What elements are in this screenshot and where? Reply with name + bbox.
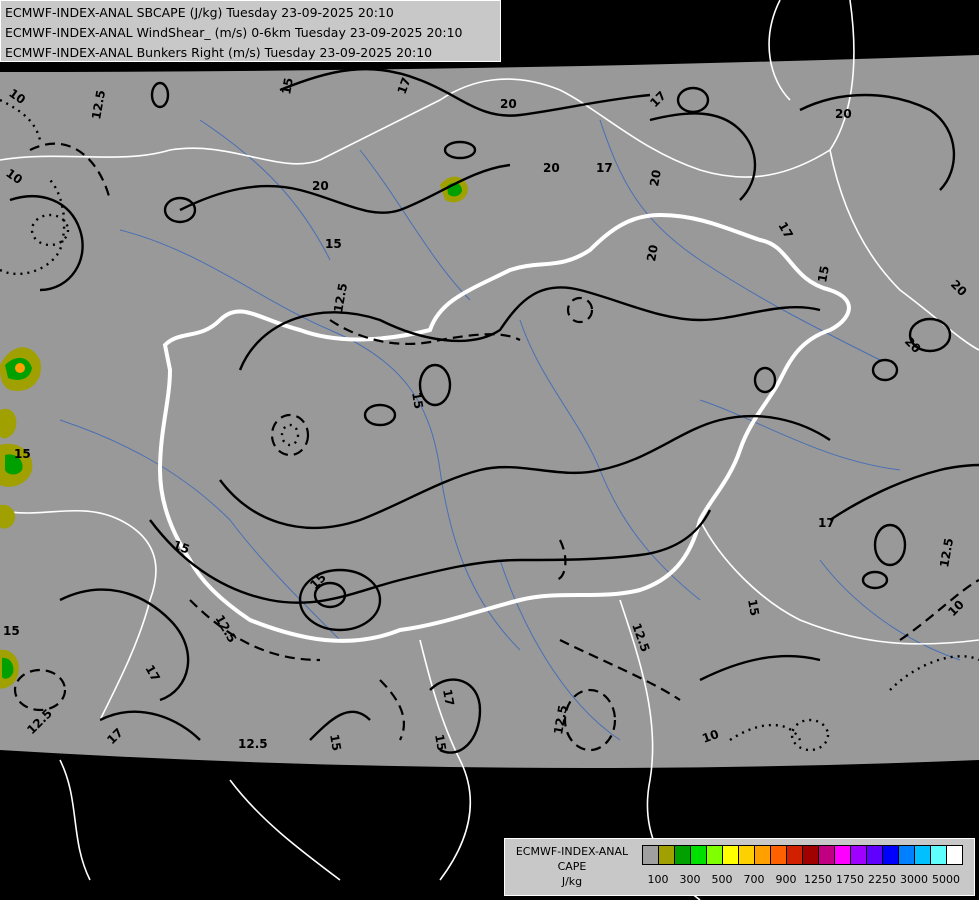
legend-swatch	[914, 845, 931, 865]
contour-label-20-d: 20	[647, 169, 664, 188]
legend-swatch	[722, 845, 739, 865]
contour-label-17-h: 17	[818, 516, 835, 530]
legend-swatch	[786, 845, 803, 865]
legend-swatch	[690, 845, 707, 865]
contour-label-15-i: 15	[327, 733, 344, 752]
legend-tick-label: 3000	[900, 873, 928, 886]
legend-swatch	[882, 845, 899, 865]
legend-swatch	[738, 845, 755, 865]
legend-swatch	[818, 845, 835, 865]
legend-color-scale	[642, 845, 963, 865]
contour-label-15-j: 15	[432, 733, 449, 752]
legend-title-source: ECMWF-INDEX-ANAL	[515, 845, 629, 858]
legend-tick-label: 300	[679, 873, 701, 886]
legend-swatch	[674, 845, 691, 865]
legend-swatch	[834, 845, 851, 865]
legend-title-variable: CAPE	[557, 860, 587, 873]
legend-tick-label: 1250	[804, 873, 832, 886]
legend-swatch	[866, 845, 883, 865]
contour-label-15-e: 15	[14, 447, 31, 461]
contour-label-17-c: 17	[596, 161, 613, 175]
contour-label-15-h: 15	[3, 624, 20, 638]
contour-label-20-e: 20	[312, 179, 329, 193]
contour-label-15-b: 15	[325, 237, 342, 251]
contour-label-20-c: 20	[543, 161, 560, 175]
legend-swatch	[850, 845, 867, 865]
legend-tick-label: 5000	[932, 873, 960, 886]
legend-title-unit: J/kg	[561, 875, 583, 888]
legend-swatch	[658, 845, 675, 865]
legend-swatch	[706, 845, 723, 865]
legend-tick-label: 2250	[868, 873, 896, 886]
legend-tick-labels: 100 300 500 700 900 1250 1750 2250 3000 5000	[642, 873, 972, 889]
contour-label-15-c: 15	[815, 265, 832, 284]
legend-swatch	[770, 845, 787, 865]
contour-label-15-a: 15	[279, 77, 296, 96]
title-line-sbcape: ECMWF-INDEX-ANAL SBCAPE (J/kg) Tuesday 2…	[5, 5, 394, 20]
legend-swatch	[802, 845, 819, 865]
legend-tick-label: 500	[711, 873, 733, 886]
legend-tick-label: 700	[743, 873, 765, 886]
map-title-box: ECMWF-INDEX-ANAL SBCAPE (J/kg) Tuesday 2…	[0, 0, 501, 62]
contour-label-20-f: 20	[644, 244, 661, 263]
legend-swatch	[754, 845, 771, 865]
contour-label-15-d: 15	[409, 391, 426, 410]
weather-map: 10 10 12.5 15 17 20 17 20 20 17 20 20 15…	[0, 0, 979, 900]
legend-swatch	[898, 845, 915, 865]
cape-legend: ECMWF-INDEX-ANAL CAPE J/kg 100 300 500 700 9…	[504, 838, 975, 896]
contour-label-17-g: 17	[440, 688, 457, 707]
title-line-windshear: ECMWF-INDEX-ANAL WindShear_ (m/s) 0-6km …	[5, 25, 463, 40]
contour-label-20-b: 20	[835, 107, 852, 121]
legend-tick-label: 900	[775, 873, 797, 886]
legend-title: ECMWF-INDEX-ANAL CAPE J/kg	[507, 844, 637, 889]
legend-swatch	[642, 845, 659, 865]
contour-label-12-5-e: 12.5	[238, 737, 268, 751]
contour-label-15-k: 15	[745, 598, 762, 617]
contour-label-20-a: 20	[500, 97, 517, 111]
legend-swatch	[946, 845, 963, 865]
legend-swatch	[930, 845, 947, 865]
title-line-bunkers: ECMWF-INDEX-ANAL Bunkers Right (m/s) Tue…	[5, 45, 433, 60]
legend-tick-label: 1750	[836, 873, 864, 886]
legend-tick-label: 100	[647, 873, 669, 886]
